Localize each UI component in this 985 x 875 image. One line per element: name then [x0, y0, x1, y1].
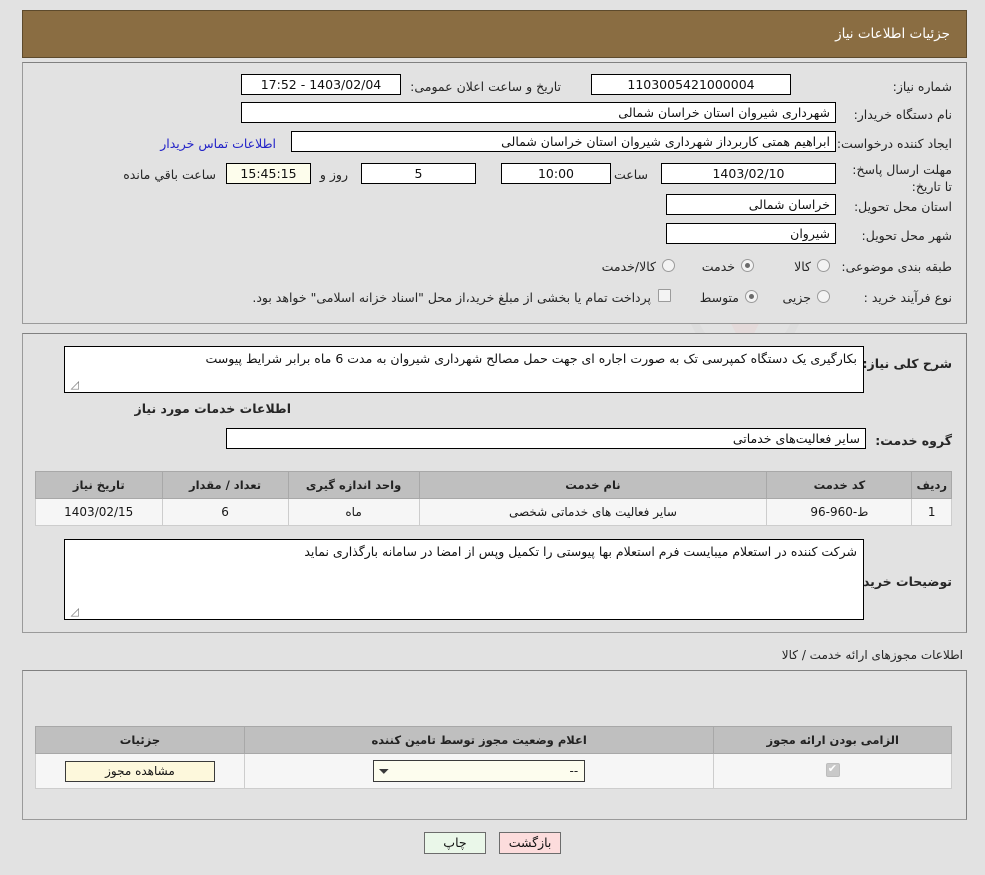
buyer-org-label: نام دستگاه خریدار:	[853, 107, 952, 122]
permits-col-1: اعلام وضعیت مجوز توسط تامین کننده	[243, 726, 715, 754]
service-group-value: سایر فعالیت‌های خدماتی	[226, 428, 866, 449]
delivery-province-value: خراسان شمالی	[666, 194, 836, 215]
services-cell-5: 1403/02/15	[35, 498, 163, 526]
radio-process-0[interactable]	[817, 290, 830, 303]
permit-required-cell	[713, 753, 952, 789]
permits-panel: الزامی بودن ارائه مجوز اعلام وضعیت مجوز …	[22, 670, 967, 820]
need-description-panel: شرح کلی نیاز: بکارگیری یک دستگاه کمپرسی …	[22, 333, 967, 633]
radio-category-1[interactable]	[741, 259, 754, 272]
checkbox-treasury-payment[interactable]	[658, 289, 671, 302]
remaining-time-value: 15:45:15	[226, 163, 311, 184]
services-cell-2: سایر فعالیت های خدماتی شخصی	[418, 498, 768, 526]
delivery-province-label: استان محل تحویل:	[853, 199, 952, 214]
radio-category-0-label: کالا	[794, 259, 811, 274]
services-col-1: کد خدمت	[766, 471, 913, 499]
radio-process-1-label: متوسط	[699, 290, 739, 305]
radio-category-2[interactable]	[662, 259, 675, 272]
permit-status-value: --	[569, 764, 579, 778]
buyer-notes-text: شرکت کننده در استعلام میبایست فرم استعلا…	[304, 544, 857, 559]
chevron-down-icon: ⏷	[379, 764, 389, 778]
need-summary-textarea[interactable]: بکارگیری یک دستگاه کمپرسی تک به صورت اجا…	[64, 346, 864, 393]
print-button[interactable]: چاپ	[423, 832, 486, 854]
services-col-3: واحد اندازه گیری	[287, 471, 420, 499]
services-col-0: ردیف	[911, 471, 952, 499]
buyer-contact-link[interactable]: اطلاعات تماس خریدار	[160, 136, 276, 151]
remaining-time-label: ساعت باقي مانده	[123, 167, 216, 182]
service-group-label: گروه خدمت:	[875, 433, 952, 448]
radio-process-0-label: جزیی	[782, 290, 811, 305]
view-permit-button[interactable]: مشاهده مجوز	[64, 760, 215, 782]
permits-table: الزامی بودن ارائه مجوز اعلام وضعیت مجوز …	[35, 726, 952, 789]
permit-status-cell: ⏷ --	[243, 753, 715, 789]
remaining-days-value: 5	[361, 163, 476, 184]
delivery-city-value: شیروان	[666, 223, 836, 244]
deadline-hour-value: 10:00	[501, 163, 611, 184]
deadline-hour-label: ساعت	[613, 167, 648, 182]
permits-heading: اطلاعات مجوزهای ارائه خدمت / کالا	[781, 648, 963, 662]
services-col-4: تعداد / مقدار	[161, 471, 289, 499]
treasury-payment-note: پرداخت تمام یا بخشی از مبلغ خرید،از محل …	[252, 290, 651, 305]
need-number-value: 1103005421000004	[591, 74, 791, 95]
remaining-days-label: روز و	[319, 167, 348, 182]
services-cell-3: ماه	[287, 498, 420, 526]
page-header: جزئیات اطلاعات نیاز	[22, 10, 967, 58]
radio-category-1-label: خدمت	[701, 259, 735, 274]
need-summary-text: بکارگیری یک دستگاه کمپرسی تک به صورت اجا…	[205, 351, 857, 366]
buyer-notes-textarea[interactable]: شرکت کننده در استعلام میبایست فرم استعلا…	[64, 539, 864, 620]
services-cell-4: 6	[161, 498, 289, 526]
radio-category-0[interactable]	[817, 259, 830, 272]
services-info-heading: اطلاعات خدمات مورد نیاز	[134, 401, 292, 416]
process-type-label: نوع فرآیند خرید :	[863, 290, 952, 305]
permits-col-2: جزئیات	[35, 726, 245, 754]
services-table: ردیف کد خدمت نام خدمت واحد اندازه گیری ت…	[35, 471, 952, 526]
announce-datetime-value: 17:52 - 1403/02/04	[241, 74, 401, 95]
creator-value: ابراهیم همتی کاربرداز شهرداری شیروان است…	[291, 131, 836, 152]
category-label: طبقه بندی موضوعی:	[841, 259, 952, 274]
permit-status-dropdown[interactable]: ⏷ --	[373, 760, 586, 782]
resize-handle-icon[interactable]: ◿	[67, 379, 79, 391]
services-cell-0: 1	[911, 498, 952, 526]
deadline-label: مهلت ارسال پاسخ: تا تاریخ:	[852, 162, 952, 194]
services-col-2: نام خدمت	[418, 471, 768, 499]
services-table-header-row: ردیف کد خدمت نام خدمت واحد اندازه گیری ت…	[35, 471, 952, 499]
page-title: جزئیات اطلاعات نیاز	[835, 26, 950, 42]
back-button[interactable]: بازگشت	[499, 832, 562, 854]
deadline-date-value: 1403/02/10	[661, 163, 836, 184]
resize-handle-icon[interactable]: ◿	[67, 606, 79, 618]
services-cell-1: ط-960-96	[766, 498, 913, 526]
announce-datetime-label: تاریخ و ساعت اعلان عمومی:	[410, 79, 561, 94]
services-col-5: تاریخ نیاز	[35, 471, 163, 499]
radio-process-1[interactable]	[745, 290, 758, 303]
need-summary-label: شرح کلی نیاز:	[862, 356, 952, 371]
need-info-panel: شماره نیاز: 1103005421000004 تاریخ و ساع…	[22, 62, 967, 324]
delivery-city-label: شهر محل تحویل:	[861, 228, 952, 243]
footer-actions: بازگشت چاپ	[0, 832, 985, 854]
permits-table-header-row: الزامی بودن ارائه مجوز اعلام وضعیت مجوز …	[35, 726, 952, 754]
permits-col-0: الزامی بودن ارائه مجوز	[713, 726, 952, 754]
need-number-label: شماره نیاز:	[892, 79, 952, 94]
buyer-org-value: شهرداری شیروان استان خراسان شمالی	[241, 102, 836, 123]
table-row: 1 ط-960-96 سایر فعالیت های خدماتی شخصی م…	[35, 498, 952, 526]
table-row: ⏷ -- مشاهده مجوز	[35, 753, 952, 789]
checkbox-permit-required	[825, 762, 840, 777]
radio-category-2-label: کالا/خدمت	[601, 259, 656, 274]
permit-detail-cell: مشاهده مجوز	[35, 753, 245, 789]
creator-label: ایجاد کننده درخواست:	[836, 136, 952, 151]
